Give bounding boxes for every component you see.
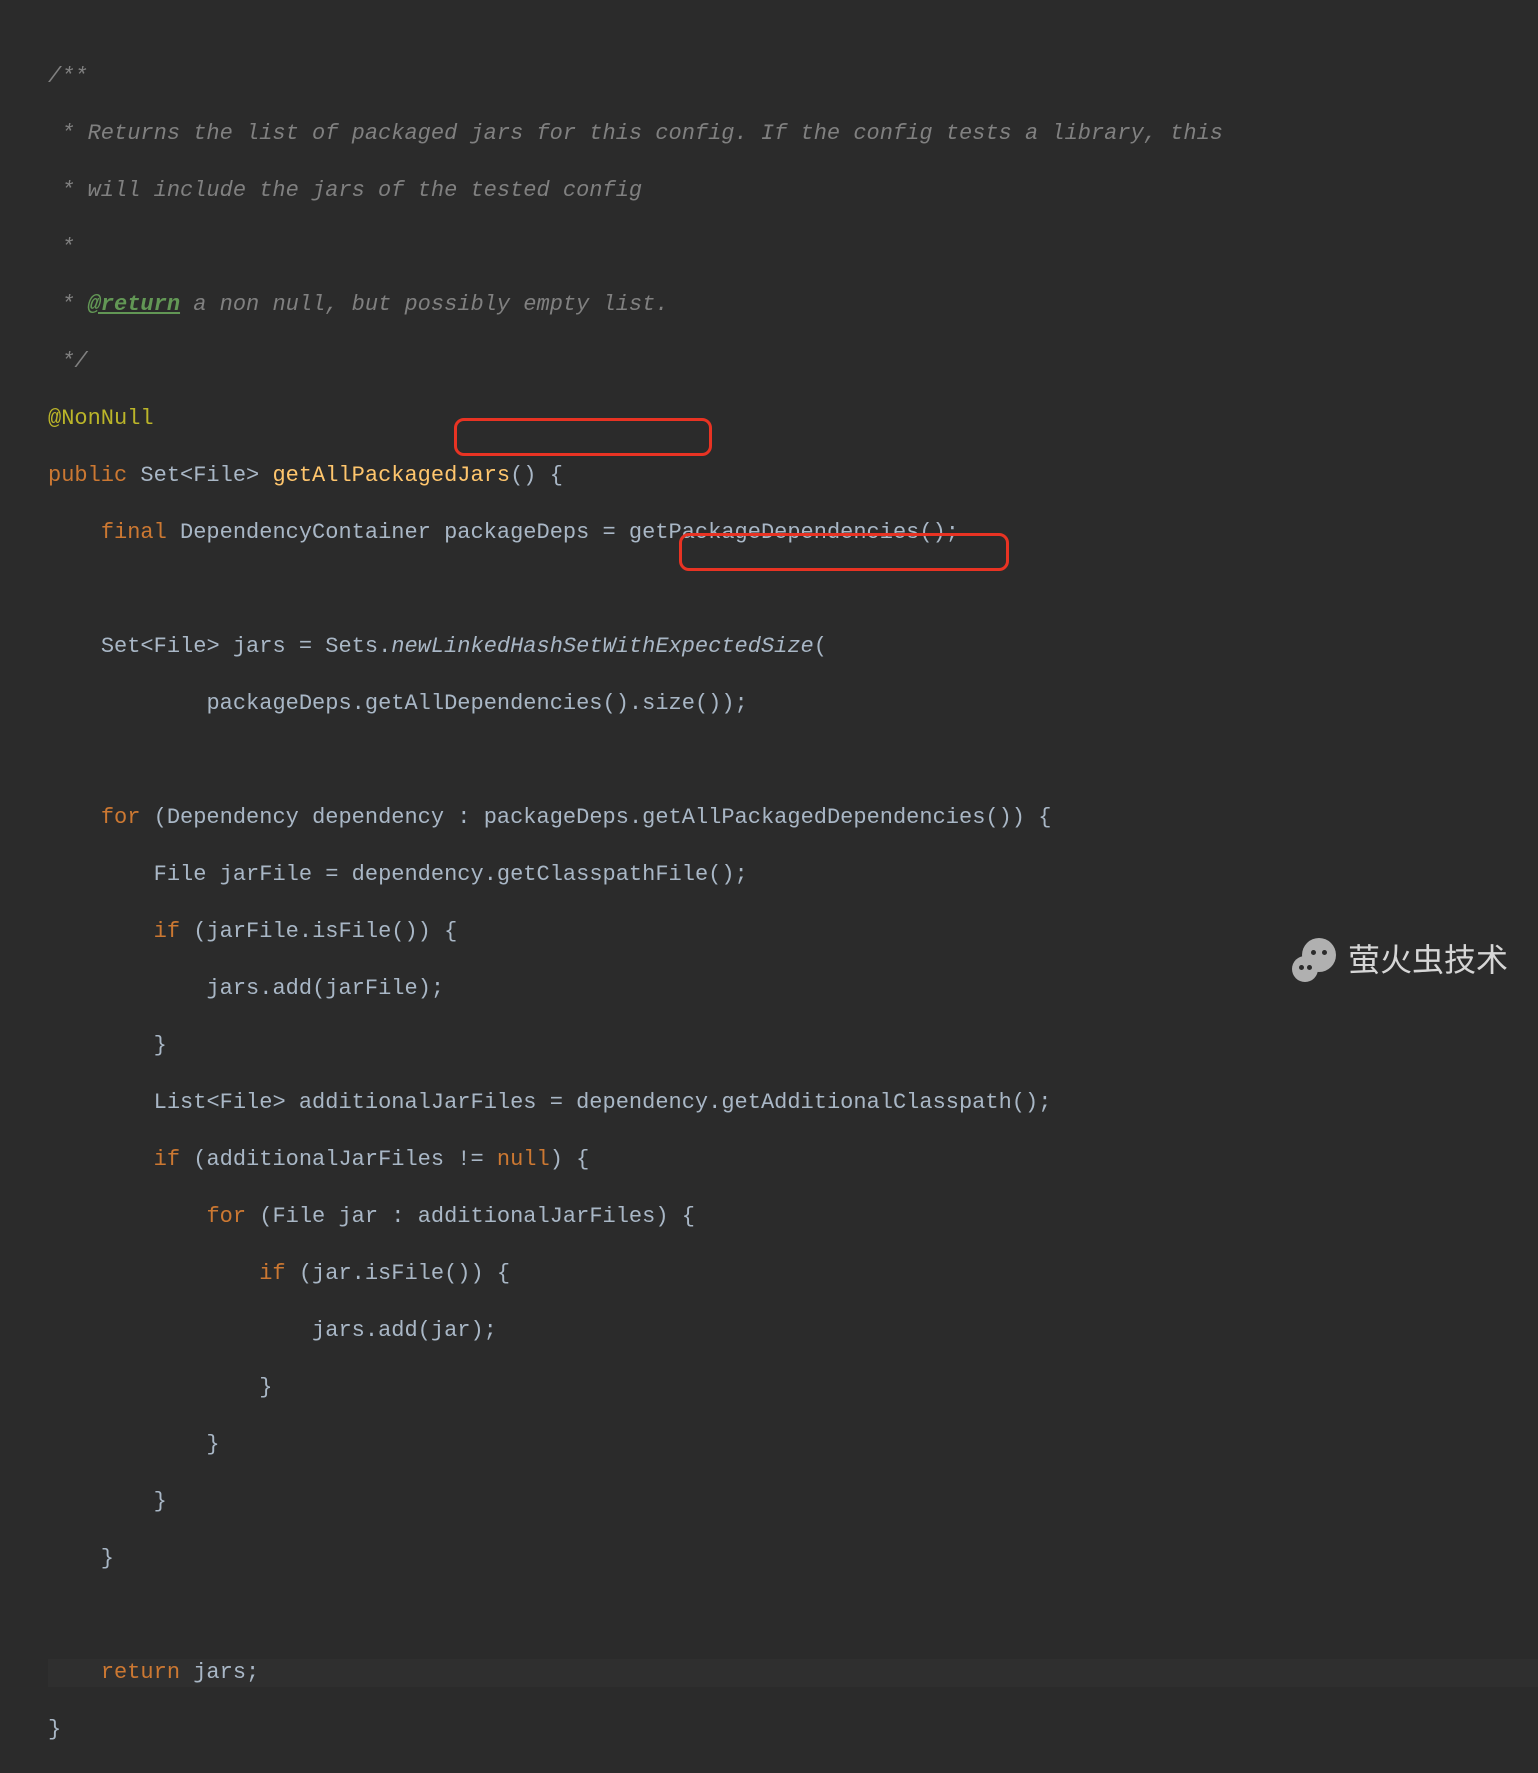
- var-jars: jars: [206, 976, 259, 1001]
- type-file: File: [220, 1090, 273, 1115]
- call-getPackageDependencies: getPackageDependencies: [629, 520, 919, 545]
- type-file: File: [193, 463, 246, 488]
- wechat-icon: [1292, 938, 1336, 982]
- type-dependency: Dependency: [167, 805, 299, 830]
- call-isFile: isFile: [312, 919, 391, 944]
- code-editor[interactable]: /** * Returns the list of packaged jars …: [0, 0, 1538, 1773]
- var-additionalJarFiles: additionalJarFiles: [418, 1204, 656, 1229]
- type-file: File: [272, 1204, 325, 1229]
- kw-if: if: [259, 1261, 285, 1286]
- comment-line: a non null, but possibly empty list.: [180, 292, 668, 317]
- kw-for: for: [206, 1204, 246, 1229]
- kw-final: final: [101, 520, 167, 545]
- var-dependency: dependency: [352, 862, 484, 887]
- kw-return: return: [101, 1660, 180, 1685]
- var-jarFile: jarFile: [220, 862, 312, 887]
- kw-null: null: [497, 1147, 550, 1172]
- call-getAdditionalClasspath: getAdditionalClasspath: [721, 1090, 1011, 1115]
- comment-line: * Returns the list of packaged jars for …: [48, 121, 1223, 146]
- var-additionalJarFiles: additionalJarFiles: [206, 1147, 444, 1172]
- call-getAllDependencies: getAllDependencies: [365, 691, 603, 716]
- comment-line: *: [48, 235, 74, 260]
- var-packageDeps: packageDeps: [206, 691, 351, 716]
- var-jar: jar: [312, 1261, 352, 1286]
- class-sets: Sets: [325, 634, 378, 659]
- call-getClasspathFile: getClasspathFile: [497, 862, 708, 887]
- var-packageDeps: packageDeps: [444, 520, 589, 545]
- annotation-nonnull: @NonNull: [48, 406, 154, 431]
- method-getAllPackagedJars: getAllPackagedJars: [272, 463, 510, 488]
- comment-line: */: [48, 349, 88, 374]
- call-size: size: [642, 691, 695, 716]
- call-isFile: isFile: [365, 1261, 444, 1286]
- kw-if: if: [154, 919, 180, 944]
- call-getAllPackagedDependencies: getAllPackagedDependencies: [642, 805, 985, 830]
- watermark-text: 萤火虫技术: [1348, 946, 1508, 975]
- kw-for: for: [101, 805, 141, 830]
- kw-public: public: [48, 463, 127, 488]
- type-file: File: [154, 862, 207, 887]
- call-newLinkedHashSetWithExpectedSize: newLinkedHashSetWithExpectedSize: [391, 634, 813, 659]
- var-jarFile: jarFile: [206, 919, 298, 944]
- comment-line: /**: [48, 64, 88, 89]
- var-jars: jars: [233, 634, 286, 659]
- comment-line: *: [48, 292, 88, 317]
- var-jars: jars: [312, 1318, 365, 1343]
- type-file: File: [154, 634, 207, 659]
- var-jars: jars: [193, 1660, 246, 1685]
- var-packageDeps: packageDeps: [484, 805, 629, 830]
- type-dependencycontainer: DependencyContainer: [180, 520, 431, 545]
- javadoc-return-tag: @return: [88, 292, 180, 317]
- kw-if: if: [154, 1147, 180, 1172]
- watermark: 萤火虫技术: [1292, 938, 1508, 982]
- var-additionalJarFiles: additionalJarFiles: [299, 1090, 537, 1115]
- call-add: add: [378, 1318, 418, 1343]
- type-list: List: [154, 1090, 207, 1115]
- var-dependency: dependency: [312, 805, 444, 830]
- var-jarFile: jarFile: [325, 976, 417, 1001]
- var-dependency: dependency: [576, 1090, 708, 1115]
- var-jar: jar: [431, 1318, 471, 1343]
- call-add: add: [272, 976, 312, 1001]
- type-set: Set: [140, 463, 180, 488]
- comment-line: * will include the jars of the tested co…: [48, 178, 642, 203]
- var-jar: jar: [338, 1204, 378, 1229]
- type-set: Set: [101, 634, 141, 659]
